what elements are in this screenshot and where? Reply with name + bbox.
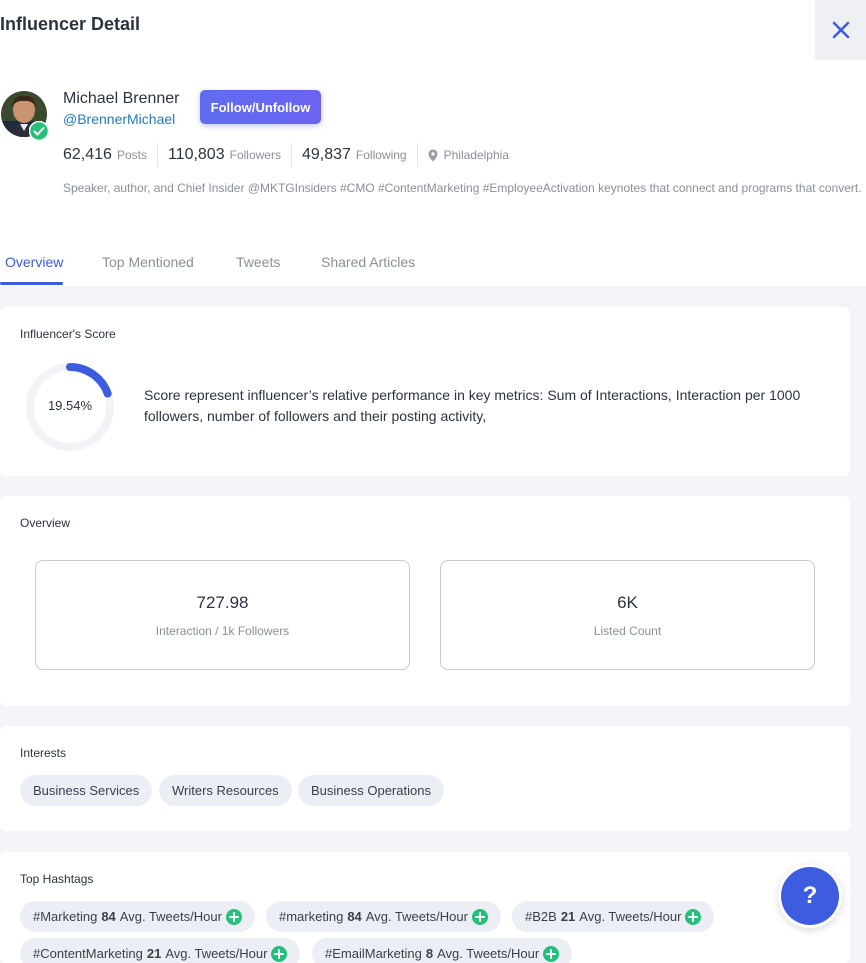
card-title: Interests (20, 746, 67, 760)
hashtag-item: #EmailMarketing 8 Avg. Tweets/Hour (312, 938, 573, 963)
hashtag-item: #marketing 84 Avg. Tweets/Hour (266, 901, 501, 932)
detail-tabs: Overview Top Mentioned Tweets Shared Art… (0, 254, 866, 286)
stat-following: 49,837 Following (302, 146, 417, 164)
hashtag-count: 21 (560, 909, 576, 924)
follow-unfollow-button[interactable]: Follow/Unfollow (200, 90, 321, 124)
stat-value: 62,416 (63, 146, 112, 163)
metric-value: 727.98 (196, 593, 249, 612)
add-hashtag-icon[interactable] (471, 908, 488, 925)
metric-value: 6K (617, 593, 638, 612)
close-icon (832, 21, 849, 39)
location-text: Philadelphia (443, 148, 509, 162)
card-title: Influencer's Score (20, 327, 116, 341)
add-hashtag-icon[interactable] (271, 945, 288, 962)
stat-followers: 110,803 Followers (168, 146, 291, 164)
card-title: Top Hashtags (20, 872, 94, 886)
score-description: Score represent influencer’s relative pe… (144, 387, 801, 424)
hashtag-suffix: Avg. Tweets/Hour (579, 909, 682, 924)
add-hashtag-icon[interactable] (225, 908, 242, 925)
hashtag-count: 84 (347, 909, 362, 924)
hashtag-count: 84 (101, 909, 116, 924)
help-icon: ? (781, 867, 839, 925)
add-hashtag-icon[interactable] (685, 908, 702, 925)
stat-value: 110,803 (167, 146, 225, 163)
stat-label: Posts (116, 148, 147, 162)
metric-label: Interaction / 1k Followers (155, 624, 290, 638)
tab-top-mentioned[interactable]: Top Mentioned (102, 254, 194, 270)
card-title: Overview (20, 516, 71, 530)
location: Philadelphia (428, 148, 509, 162)
interest-tag[interactable]: Business Operations (298, 775, 444, 806)
hashtag-item: #Marketing 84 Avg. Tweets/Hour (20, 901, 255, 932)
tab-shared-articles[interactable]: Shared Articles (321, 254, 415, 270)
profile-stats: 62,416 Posts 110,803 Followers 49,837 Fo… (63, 143, 509, 167)
interest-tag[interactable]: Business Services (20, 775, 153, 806)
verified-badge-icon (29, 121, 49, 141)
hashtag-count: 8 (425, 946, 434, 961)
hashtag-count: 21 (146, 946, 162, 961)
metric-label: Listed Count (593, 624, 662, 638)
influencer-bio: Speaker, author, and Chief Insider @MKTG… (63, 181, 862, 195)
hashtag-suffix: Avg. Tweets/Hour (437, 946, 540, 961)
hashtag-suffix: Avg. Tweets/Hour (365, 909, 468, 924)
hashtag-suffix: Avg. Tweets/Hour (119, 909, 222, 924)
hashtag-name: #Marketing (33, 909, 98, 924)
stat-label: Following (355, 148, 407, 162)
active-tab-indicator (0, 282, 63, 285)
hashtag-name: #marketing (279, 909, 344, 924)
score-value: 19.54% (47, 398, 93, 413)
metric-listed-count: 6K Listed Count (440, 560, 815, 670)
divider (156, 143, 158, 167)
location-pin-icon (428, 149, 438, 161)
stat-label: Followers (229, 148, 281, 162)
profile-header: Influencer Detail Michael Brenner @Brenn… (0, 0, 866, 286)
hashtag-item: #B2B 21 Avg. Tweets/Hour (512, 901, 715, 932)
hashtag-name: #B2B (525, 909, 557, 924)
hashtag-suffix: Avg. Tweets/Hour (165, 946, 268, 961)
influencer-name: Michael Brenner (63, 90, 180, 107)
tab-overview[interactable]: Overview (5, 254, 63, 270)
add-hashtag-icon[interactable] (543, 945, 560, 962)
influencer-handle[interactable]: @BrennerMichael (63, 111, 175, 127)
hashtag-name: #ContentMarketing (33, 946, 143, 961)
hashtag-item: #ContentMarketing 21 Avg. Tweets/Hour (20, 938, 301, 963)
page-title: Influencer Detail (0, 14, 141, 34)
divider (416, 143, 418, 167)
stat-posts: 62,416 Posts (63, 146, 157, 164)
stat-value: 49,837 (301, 146, 351, 163)
hashtag-name: #EmailMarketing (325, 946, 422, 961)
tab-tweets[interactable]: Tweets (236, 254, 280, 270)
interest-tag[interactable]: Writers Resources (159, 775, 292, 806)
metric-interaction-per-1k: 727.98 Interaction / 1k Followers (35, 560, 410, 670)
close-button[interactable] (815, 0, 866, 60)
help-button[interactable]: ? (778, 864, 842, 928)
divider (290, 143, 292, 167)
